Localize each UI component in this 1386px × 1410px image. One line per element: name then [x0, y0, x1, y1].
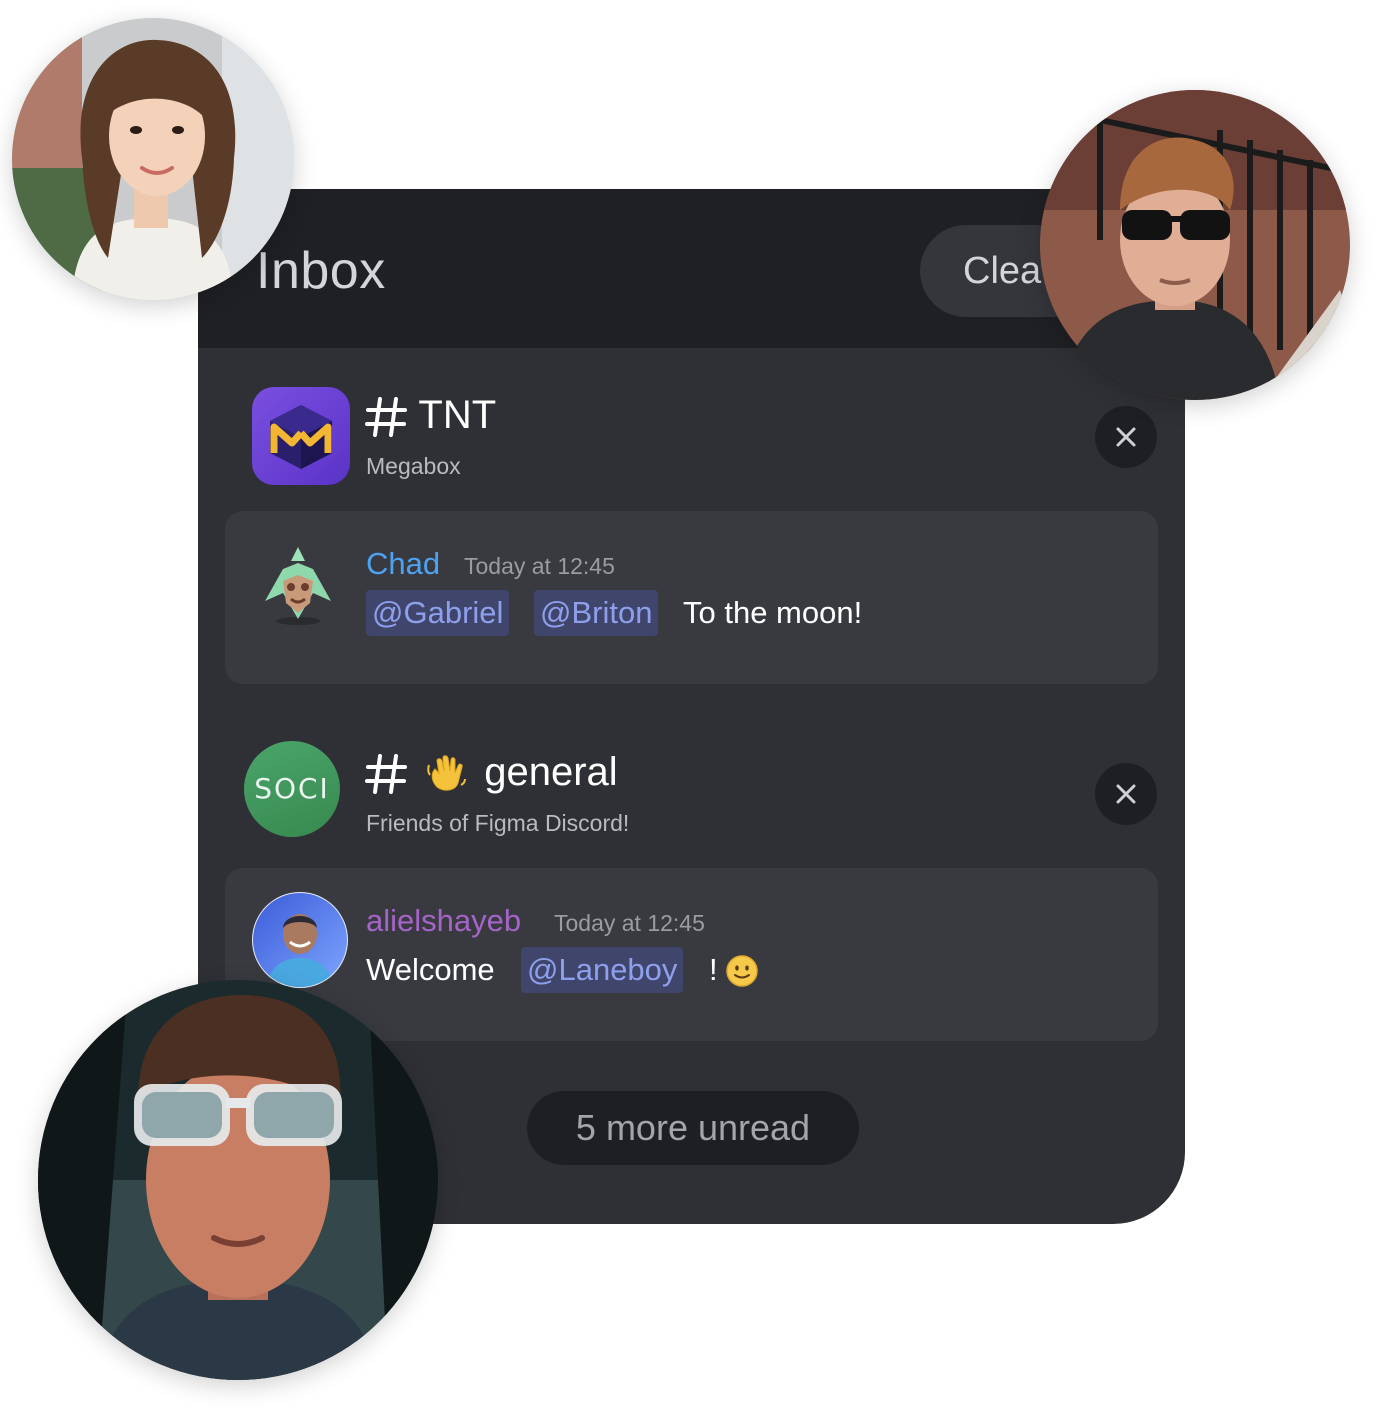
message-text-before: Welcome: [366, 952, 495, 987]
server-name-megabox: Megabox: [366, 453, 461, 479]
message-author[interactable]: alielshayeb: [366, 903, 521, 939]
soci-server-icon[interactable]: SOCI: [244, 741, 340, 837]
inbox-title: Inbox: [256, 242, 386, 300]
woman-photo: [12, 18, 294, 300]
slightly-smiling-face-icon: [726, 955, 758, 987]
dismiss-notification-button[interactable]: [1095, 763, 1157, 825]
stage: Inbox Clea TNT Megabox Chad Today at 12:…: [0, 0, 1386, 1410]
channel-name-general[interactable]: general: [364, 750, 618, 796]
message-card[interactable]: alielshayeb Today at 12:45 Welcome @Lane…: [225, 868, 1158, 1041]
profile-photo-man-sunglasses: [1040, 90, 1350, 400]
channel-label: TNT: [418, 393, 497, 437]
profile-photo-woman: [12, 18, 294, 300]
message-text-after: !: [709, 952, 718, 987]
message-text: To the moon!: [683, 595, 863, 630]
inbox-header: Inbox Clea: [198, 189, 1185, 348]
dismiss-notification-button[interactable]: [1095, 406, 1157, 468]
mention-laneboy[interactable]: @Laneboy: [521, 947, 684, 993]
message-card[interactable]: Chad Today at 12:45 @Gabriel @Briton To …: [225, 511, 1158, 684]
close-icon: [1116, 427, 1136, 447]
man-car-photo: [38, 980, 438, 1380]
message-author[interactable]: Chad: [366, 546, 440, 582]
mention-gabriel[interactable]: @Gabriel: [366, 590, 510, 636]
waving-hand-icon: [427, 755, 467, 792]
channel-name-tnt[interactable]: TNT: [364, 393, 496, 439]
mention-briton[interactable]: @Briton: [534, 590, 659, 636]
hash-icon: [365, 397, 407, 438]
megabox-server-icon[interactable]: [252, 387, 350, 485]
more-unread-button[interactable]: 5 more unread: [527, 1091, 859, 1165]
chad-avatar[interactable]: [255, 541, 341, 627]
channel-label: general: [484, 750, 618, 794]
server-name-friends-of-figma: Friends of Figma Discord!: [366, 810, 630, 836]
profile-photo-man-car: [38, 980, 438, 1380]
hash-icon: [365, 754, 407, 795]
megabox-cube-icon: [270, 405, 332, 469]
alielshayeb-avatar[interactable]: [252, 892, 348, 988]
close-icon: [1116, 784, 1136, 804]
message-timestamp: Today at 12:45: [554, 910, 705, 936]
man-sunglasses-photo: [1040, 90, 1350, 400]
message-timestamp: Today at 12:45: [464, 553, 615, 579]
